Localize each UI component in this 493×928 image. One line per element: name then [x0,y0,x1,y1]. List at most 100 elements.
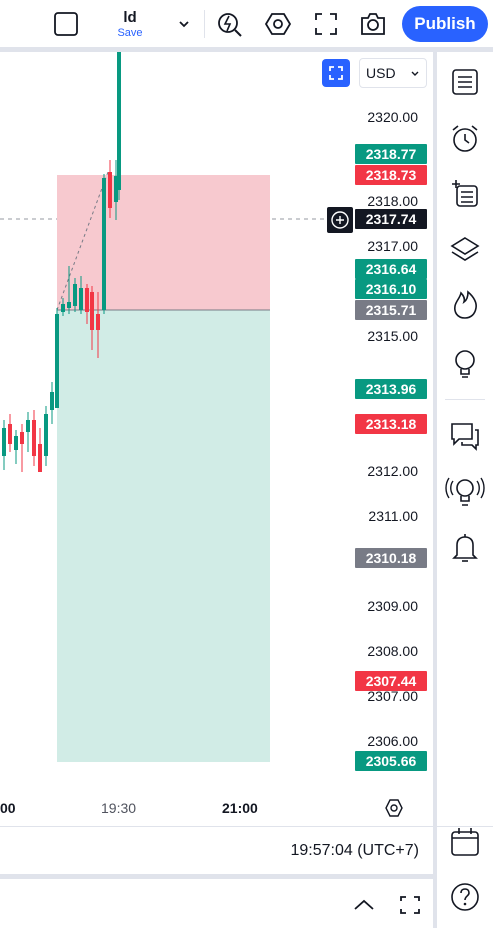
alerts-button[interactable] [445,118,485,158]
layout-name: ld [123,8,137,26]
price-tick: 2308.00 [367,643,418,659]
chevron-down-icon [179,21,189,28]
candle-body [90,292,94,330]
camera-icon [361,13,385,35]
chart-settings-button[interactable] [383,797,405,819]
hexagon-gear-icon [264,13,292,35]
candle-body [61,304,65,312]
price-label: 2305.66 [355,751,427,771]
plus-circle-icon [331,211,349,229]
candle-body [32,420,36,456]
clock[interactable]: 19:57:04 (UTC+7) [290,842,419,860]
candle-body [26,420,30,432]
candle-body [44,414,48,456]
settings-button[interactable] [262,8,294,40]
ideas-button[interactable] [445,344,485,384]
candle-body [55,314,59,408]
chat-icon [451,423,479,451]
save-label: Save [117,26,143,39]
currency-select[interactable]: USD [359,58,427,88]
hotlists-button[interactable] [445,284,485,324]
fullscreen-button[interactable] [310,8,342,40]
status-bar: 19:57:04 (UTC+7) [0,826,433,874]
price-label: 2315.71 [355,300,427,320]
divider [204,10,205,38]
take-profit-zone[interactable] [57,310,270,762]
candle-body [14,436,18,450]
help-button[interactable] [445,877,485,917]
hotlist-icon [454,290,477,319]
candle-body [96,314,100,330]
fullscreen-icon [315,13,337,35]
time-tick: 19:30 [101,800,137,816]
currency-value: USD [366,65,396,81]
chart-panel[interactable]: USD 2320.002318.002317.002315.002313.002… [0,52,433,826]
candle-body [117,52,121,190]
divider [445,399,485,400]
chevron-up-icon [354,899,374,910]
time-tick: 00 [0,800,16,816]
publish-label: Publish [414,14,476,33]
auto-scale-icon [329,66,343,80]
chevron-down-icon [411,71,419,76]
ideas-bulb-icon [455,350,475,378]
time-tick: 21:00 [222,800,258,816]
calendar-button[interactable] [445,822,485,862]
price-label: 2316.10 [355,279,427,299]
price-tick: 2315.00 [367,328,418,344]
candle-body [79,288,83,310]
candle-body [50,392,54,410]
notifications-button[interactable] [445,528,485,568]
candle-body [8,424,12,444]
price-tick: 2320.00 [367,109,418,125]
layout-menu-button[interactable] [172,12,196,36]
hexagon-gear-icon [385,799,403,817]
price-label: 2316.64 [355,259,427,279]
notification-bell-icon [452,534,478,562]
alert-clock-icon [452,125,478,152]
price-tick: 2311.00 [368,508,418,524]
candle-body [102,178,106,310]
bottom-panel [0,879,433,928]
price-label: 2310.18 [355,548,427,568]
top-toolbar: ld Save Publish [0,0,493,48]
crosshair-plus-button[interactable] [327,207,353,233]
price-tick: 2318.00 [367,193,418,209]
price-label: 2318.73 [355,165,427,185]
lightning-search-icon [218,13,242,37]
layers-icon [450,237,480,261]
maximize-panel-button[interactable] [396,891,424,919]
collapse-panel-button[interactable] [350,891,378,919]
candle-body [108,172,112,208]
square-icon [54,12,78,36]
watchlist-button[interactable] [445,62,485,102]
add-list-button[interactable] [445,174,485,214]
price-tick: 2317.00 [367,238,418,254]
candle-body [67,302,71,308]
snapshot-button[interactable] [357,8,389,40]
candle-body [73,284,77,306]
price-label: 2313.96 [355,379,427,399]
layout-name-button[interactable]: ld Save [106,6,154,42]
price-label: 2317.74 [355,209,427,229]
price-label: 2313.18 [355,414,427,434]
right-toolbar [437,52,493,928]
price-tick: 2312.00 [367,463,418,479]
scale-toggle-button[interactable] [322,59,350,87]
help-icon [451,883,479,911]
candle-body [38,444,42,472]
calendar-icon [451,828,479,856]
watchlist-icon [452,69,478,95]
publish-button[interactable]: Publish [402,6,488,42]
price-label: 2318.77 [355,144,427,164]
symbol-square-button[interactable] [50,8,82,40]
chats-button[interactable] [445,416,485,456]
streams-bulb-icon [445,477,485,506]
candle-body [20,432,24,444]
streams-button[interactable] [445,472,485,512]
price-tick: 2306.00 [367,733,418,749]
object-tree-button[interactable] [445,230,485,270]
price-tick: 2309.00 [367,598,418,614]
quick-search-button[interactable] [214,8,246,40]
candle-body [85,288,89,312]
